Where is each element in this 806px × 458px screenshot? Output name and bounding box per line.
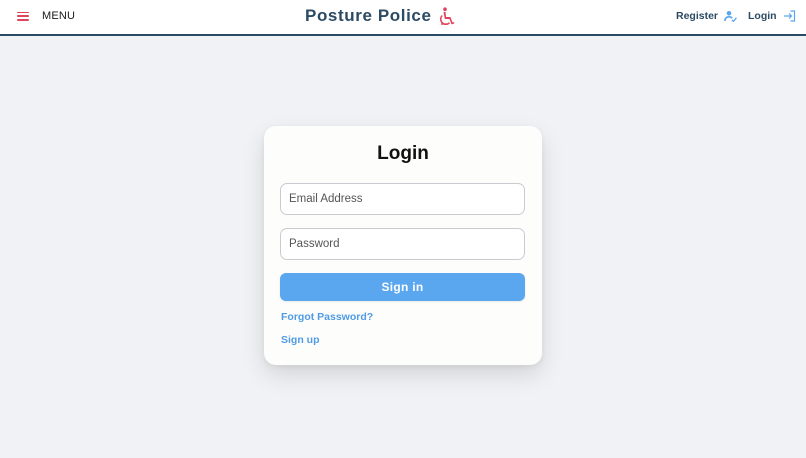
register-label: Register <box>676 10 719 22</box>
login-title: Login <box>377 143 429 164</box>
register-link[interactable]: Register <box>676 8 737 24</box>
user-check-icon <box>724 11 737 22</box>
sign-up-link[interactable]: Sign up <box>281 334 320 346</box>
forgot-password-link[interactable]: Forgot Password? <box>281 311 373 323</box>
brand-title: Posture Police <box>305 6 432 25</box>
login-link[interactable]: Login <box>748 8 796 24</box>
wheelchair-icon <box>439 7 454 25</box>
login-card: Login Sign in Forgot Password? Sign up <box>264 126 542 365</box>
top-navbar: MENU Posture Police Register Login <box>0 0 806 36</box>
brand: Posture Police <box>305 5 455 27</box>
email-field[interactable] <box>280 183 525 215</box>
login-arrow-icon <box>783 10 795 22</box>
password-field[interactable] <box>280 228 525 260</box>
sign-in-button[interactable]: Sign in <box>280 273 525 301</box>
login-label: Login <box>748 10 777 22</box>
hamburger-icon <box>17 11 29 21</box>
menu-button[interactable]: MENU <box>17 6 75 26</box>
menu-label: MENU <box>42 10 76 22</box>
